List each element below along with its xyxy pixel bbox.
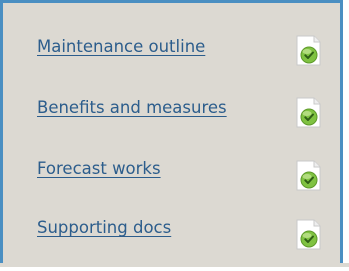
document-links-panel: Maintenance outline Benefits and measure…: [0, 0, 343, 263]
benefits-and-measures-link[interactable]: Benefits and measures: [37, 98, 227, 117]
document-check-icon[interactable]: [295, 219, 321, 250]
forecast-works-link[interactable]: Forecast works: [37, 159, 161, 178]
document-check-icon[interactable]: [295, 97, 321, 128]
document-check-icon[interactable]: [295, 160, 321, 191]
panel-bottom-edge: [0, 263, 349, 267]
list-item: Supporting docs: [3, 211, 346, 271]
list-item: Benefits and measures: [3, 89, 346, 149]
list-item: Forecast works: [3, 152, 346, 212]
list-item: Maintenance outline: [3, 27, 346, 87]
document-check-icon[interactable]: [295, 35, 321, 66]
supporting-docs-link[interactable]: Supporting docs: [37, 218, 171, 237]
maintenance-outline-link[interactable]: Maintenance outline: [37, 37, 205, 56]
